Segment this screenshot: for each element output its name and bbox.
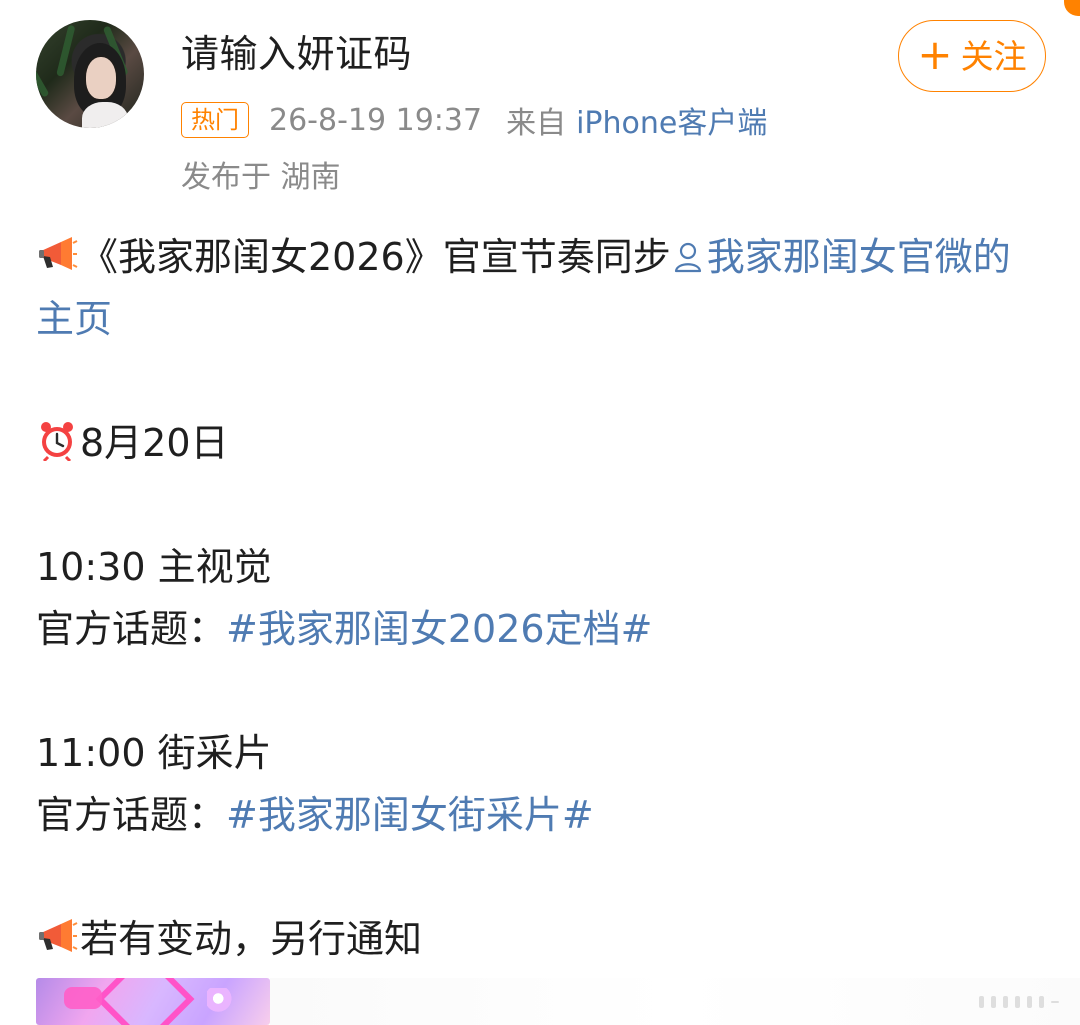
- megaphone-icon: [39, 919, 78, 952]
- hot-badge: 热门: [181, 102, 249, 138]
- megaphone-icon: [39, 237, 78, 270]
- avatar-leaf: [56, 24, 76, 77]
- avatar-face: [86, 57, 116, 99]
- announcement-text: 《我家那闺女2026》官宣节奏同步: [80, 235, 671, 279]
- topic-line-2: 官方话题：#我家那闺女街采片#: [36, 784, 1046, 846]
- avatar-leaf: [36, 49, 50, 98]
- post-header: 请输入妍证码 + 关注 热门 26-8-19 19:37 来自 iPhone客户…: [36, 20, 1046, 195]
- source-prefix: 来自: [506, 106, 567, 141]
- username[interactable]: 请输入妍证码: [181, 32, 412, 76]
- announcement-line: 《我家那闺女2026》官宣节奏同步 我家那闺女官微的主页: [36, 226, 1026, 350]
- schedule-item-1: 10:30 主视觉: [36, 545, 272, 589]
- avatar-body: [82, 102, 128, 128]
- topic-link[interactable]: #我家那闺女街采片#: [226, 793, 594, 837]
- topic-line-1: 官方话题：#我家那闺女2026定档#: [36, 598, 1046, 660]
- post-location: 发布于 湖南: [181, 160, 341, 195]
- image-preview-fade: [270, 978, 1080, 1025]
- post-meta: 热门 26-8-19 19:37 来自 iPhone客户端: [181, 98, 767, 142]
- plus-icon: +: [917, 30, 953, 79]
- more-dots-icon[interactable]: [976, 990, 1060, 1014]
- alarm-clock-icon: [41, 422, 73, 461]
- weibo-post-screen: 请输入妍证码 + 关注 热门 26-8-19 19:37 来自 iPhone客户…: [0, 0, 1080, 1025]
- avatar[interactable]: [36, 20, 144, 128]
- top-right-accent: [1064, 0, 1080, 16]
- schedule-item-2: 11:00 街采片: [36, 731, 272, 775]
- topic-label: 官方话题：: [36, 793, 227, 837]
- post-content: 《我家那闺女2026》官宣节奏同步 我家那闺女官微的主页 8月20日 10:30 …: [36, 226, 1046, 970]
- person-icon: [674, 242, 701, 273]
- notice-text: 若有变动，另行通知: [80, 917, 423, 961]
- post-image-preview[interactable]: [36, 978, 270, 1025]
- follow-button[interactable]: + 关注: [898, 20, 1046, 92]
- image-decoration: [64, 987, 102, 1009]
- follow-button-label: 关注: [960, 36, 1027, 76]
- date-text: 8月20日: [80, 421, 229, 465]
- notice-line: 若有变动，另行通知: [36, 908, 1046, 970]
- source-link[interactable]: iPhone客户端: [576, 98, 767, 142]
- date-line: 8月20日: [36, 412, 1046, 474]
- post-time: 26-8-19 19:37: [269, 102, 483, 138]
- topic-label: 官方话题：: [36, 607, 227, 651]
- topic-link[interactable]: #我家那闺女2026定档#: [226, 607, 652, 651]
